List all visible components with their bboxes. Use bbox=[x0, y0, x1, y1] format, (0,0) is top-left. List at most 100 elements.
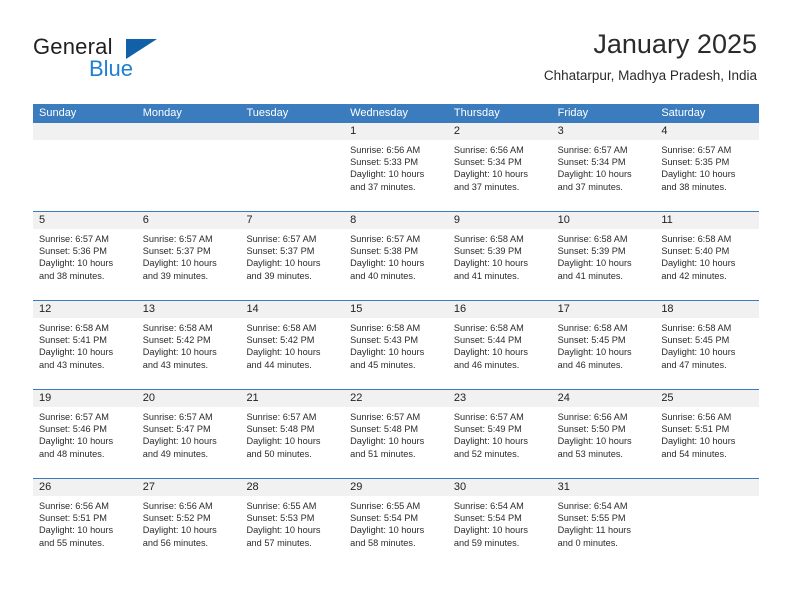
daylight-text-line1: Daylight: 10 hours bbox=[557, 436, 632, 447]
daylight-text-line2: and 46 minutes. bbox=[453, 359, 520, 370]
day-details: Sunrise: 6:57 AM Sunset: 5:35 PM Daylight:… bbox=[655, 140, 759, 193]
daylight-text-line1: Daylight: 10 hours bbox=[142, 525, 217, 536]
day-number: 8 bbox=[344, 212, 448, 229]
day-cell[interactable]: 3 Sunrise: 6:57 AM Sunset: 5:34 PM Daylight… bbox=[551, 123, 656, 211]
weekday-header-thursday: Thursday bbox=[453, 107, 500, 119]
day-details: Sunrise: 6:57 AM Sunset: 5:36 PM Daylight:… bbox=[33, 229, 137, 282]
day-cell[interactable]: 8 Sunrise: 6:57 AM Sunset: 5:38 PM Daylight… bbox=[344, 212, 448, 300]
sunset-text: Sunset: 5:39 PM bbox=[557, 246, 626, 257]
day-cell[interactable]: 28 Sunrise: 6:55 AM Sunset: 5:53 PM Dayligh… bbox=[240, 479, 345, 567]
day-cell[interactable]: 29 Sunrise: 6:55 AM Sunset: 5:54 PM Dayligh… bbox=[344, 479, 448, 567]
sunrise-text: Sunrise: 6:58 AM bbox=[453, 323, 524, 333]
day-cell[interactable]: 24 Sunrise: 6:56 AM Sunset: 5:50 PM Dayligh… bbox=[551, 390, 656, 478]
day-details: Sunrise: 6:54 AM Sunset: 5:54 PM Daylight:… bbox=[448, 496, 552, 549]
day-number: 1 bbox=[344, 123, 448, 140]
day-cell[interactable]: 17 Sunrise: 6:58 AM Sunset: 5:45 PM Dayligh… bbox=[551, 301, 656, 389]
daylight-text-line1: Daylight: 10 hours bbox=[661, 258, 736, 269]
sunrise-text: Sunrise: 6:55 AM bbox=[350, 501, 421, 511]
sunrise-text: Sunrise: 6:56 AM bbox=[39, 501, 109, 511]
daylight-text-line1: Daylight: 10 hours bbox=[661, 436, 736, 447]
day-cell[interactable]: 6 Sunrise: 6:57 AM Sunset: 5:37 PM Daylight… bbox=[136, 212, 241, 300]
day-cell[interactable]: 14 Sunrise: 6:58 AM Sunset: 5:42 PM Dayligh… bbox=[240, 301, 345, 389]
sunrise-text: Sunrise: 6:58 AM bbox=[453, 234, 524, 244]
day-number: 18 bbox=[655, 301, 760, 318]
sunset-text: Sunset: 5:35 PM bbox=[661, 157, 730, 168]
day-cell[interactable]: 31 Sunrise: 6:54 AM Sunset: 5:55 PM Dayligh… bbox=[551, 479, 656, 567]
day-cell[interactable]: 13 Sunrise: 6:58 AM Sunset: 5:42 PM Dayligh… bbox=[136, 301, 241, 389]
daylight-text-line2: and 44 minutes. bbox=[246, 359, 312, 370]
daylight-text-line1: Daylight: 10 hours bbox=[142, 347, 217, 358]
daylight-text-line2: and 37 minutes. bbox=[557, 181, 623, 192]
day-cell[interactable]: 20 Sunrise: 6:57 AM Sunset: 5:47 PM Dayligh… bbox=[136, 390, 241, 478]
day-number: 25 bbox=[655, 390, 760, 407]
day-details: Sunrise: 6:57 AM Sunset: 5:49 PM Daylight:… bbox=[448, 407, 552, 460]
day-cell[interactable]: 16 Sunrise: 6:58 AM Sunset: 5:44 PM Dayligh… bbox=[447, 301, 552, 389]
day-cell[interactable]: 9 Sunrise: 6:58 AM Sunset: 5:39 PM Daylight… bbox=[447, 212, 552, 300]
daylight-text-line1: Daylight: 10 hours bbox=[453, 169, 528, 180]
day-cell[interactable]: 22 Sunrise: 6:57 AM Sunset: 5:48 PM Dayligh… bbox=[344, 390, 448, 478]
sunset-text: Sunset: 5:54 PM bbox=[350, 513, 419, 524]
day-number bbox=[136, 123, 241, 140]
daylight-text-line2: and 54 minutes. bbox=[661, 448, 727, 459]
day-cell[interactable]: 15 Sunrise: 6:58 AM Sunset: 5:43 PM Dayligh… bbox=[344, 301, 448, 389]
day-details: Sunrise: 6:58 AM Sunset: 5:44 PM Daylight:… bbox=[448, 318, 552, 371]
sunset-text: Sunset: 5:49 PM bbox=[453, 424, 522, 435]
day-number: 3 bbox=[551, 123, 656, 140]
sunset-text: Sunset: 5:53 PM bbox=[246, 513, 315, 524]
day-cell[interactable]: 11 Sunrise: 6:58 AM Sunset: 5:40 PM Dayligh… bbox=[655, 212, 760, 300]
day-cell[interactable]: 2 Sunrise: 6:56 AM Sunset: 5:34 PM Daylight… bbox=[447, 123, 552, 211]
calendar-page: General Blue January 2025 Chhatarpur, Ma… bbox=[0, 0, 792, 612]
day-cell[interactable]: 21 Sunrise: 6:57 AM Sunset: 5:48 PM Dayligh… bbox=[240, 390, 345, 478]
general-blue-logo[interactable]: General Blue bbox=[33, 34, 213, 86]
day-number bbox=[33, 123, 137, 140]
day-cell[interactable]: 27 Sunrise: 6:56 AM Sunset: 5:52 PM Dayligh… bbox=[136, 479, 241, 567]
sunrise-text: Sunrise: 6:56 AM bbox=[142, 501, 213, 511]
day-details: Sunrise: 6:57 AM Sunset: 5:38 PM Daylight:… bbox=[344, 229, 448, 282]
daylight-text-line1: Daylight: 10 hours bbox=[350, 436, 425, 447]
sunrise-text: Sunrise: 6:58 AM bbox=[39, 323, 109, 333]
day-cell[interactable]: 12 Sunrise: 6:58 AM Sunset: 5:41 PM Dayligh… bbox=[33, 301, 137, 389]
day-cell[interactable]: 4 Sunrise: 6:57 AM Sunset: 5:35 PM Daylight… bbox=[655, 123, 760, 211]
day-cell[interactable]: 1 Sunrise: 6:56 AM Sunset: 5:33 PM Daylight… bbox=[344, 123, 448, 211]
daylight-text-line2: and 59 minutes. bbox=[453, 537, 520, 548]
day-details: Sunrise: 6:57 AM Sunset: 5:48 PM Daylight:… bbox=[240, 407, 344, 460]
sunset-text: Sunset: 5:42 PM bbox=[246, 335, 315, 346]
sunrise-text: Sunrise: 6:57 AM bbox=[350, 234, 421, 244]
day-cell[interactable]: 30 Sunrise: 6:54 AM Sunset: 5:54 PM Dayligh… bbox=[447, 479, 552, 567]
sunrise-text: Sunrise: 6:56 AM bbox=[557, 412, 628, 422]
sunrise-text: Sunrise: 6:58 AM bbox=[557, 234, 628, 244]
day-cell[interactable]: 26 Sunrise: 6:56 AM Sunset: 5:51 PM Dayligh… bbox=[33, 479, 137, 567]
sunrise-text: Sunrise: 6:56 AM bbox=[453, 145, 524, 155]
daylight-text-line2: and 53 minutes. bbox=[557, 448, 623, 459]
daylight-text-line1: Daylight: 10 hours bbox=[350, 258, 425, 269]
day-number: 4 bbox=[655, 123, 760, 140]
sunset-text: Sunset: 5:39 PM bbox=[453, 246, 522, 257]
sunset-text: Sunset: 5:36 PM bbox=[39, 246, 107, 257]
daylight-text-line2: and 47 minutes. bbox=[661, 359, 727, 370]
day-number: 28 bbox=[240, 479, 345, 496]
sunrise-text: Sunrise: 6:54 AM bbox=[557, 501, 628, 511]
daylight-text-line2: and 56 minutes. bbox=[142, 537, 209, 548]
sunrise-text: Sunrise: 6:54 AM bbox=[453, 501, 524, 511]
day-cell[interactable]: 5 Sunrise: 6:57 AM Sunset: 5:36 PM Daylight… bbox=[33, 212, 137, 300]
sunrise-text: Sunrise: 6:57 AM bbox=[453, 412, 524, 422]
weekday-header-friday: Friday bbox=[557, 107, 589, 119]
day-cell[interactable]: 10 Sunrise: 6:58 AM Sunset: 5:39 PM Dayligh… bbox=[551, 212, 656, 300]
day-details: Sunrise: 6:57 AM Sunset: 5:37 PM Daylight:… bbox=[240, 229, 344, 282]
day-cell[interactable]: 25 Sunrise: 6:56 AM Sunset: 5:51 PM Dayligh… bbox=[655, 390, 760, 478]
day-details: Sunrise: 6:57 AM Sunset: 5:47 PM Daylight:… bbox=[137, 407, 241, 460]
day-cell[interactable]: 19 Sunrise: 6:57 AM Sunset: 5:46 PM Dayligh… bbox=[33, 390, 137, 478]
week-row: 1 Sunrise: 6:56 AM Sunset: 5:33 PM Daylight… bbox=[33, 123, 760, 211]
day-number: 14 bbox=[240, 301, 345, 318]
day-cell[interactable]: 18 Sunrise: 6:58 AM Sunset: 5:45 PM Dayligh… bbox=[655, 301, 760, 389]
day-details: Sunrise: 6:55 AM Sunset: 5:54 PM Daylight:… bbox=[344, 496, 448, 549]
day-cell[interactable]: 7 Sunrise: 6:57 AM Sunset: 5:37 PM Daylight… bbox=[240, 212, 345, 300]
day-cell[interactable]: 23 Sunrise: 6:57 AM Sunset: 5:49 PM Dayligh… bbox=[447, 390, 552, 478]
sunrise-text: Sunrise: 6:57 AM bbox=[142, 412, 213, 422]
daylight-text-line1: Daylight: 10 hours bbox=[661, 169, 736, 180]
sunrise-text: Sunrise: 6:57 AM bbox=[246, 412, 317, 422]
day-details: Sunrise: 6:58 AM Sunset: 5:39 PM Daylight:… bbox=[552, 229, 656, 282]
day-details: Sunrise: 6:56 AM Sunset: 5:33 PM Daylight:… bbox=[344, 140, 448, 193]
day-number: 27 bbox=[136, 479, 241, 496]
week-row: 5 Sunrise: 6:57 AM Sunset: 5:36 PM Daylight… bbox=[33, 211, 760, 300]
